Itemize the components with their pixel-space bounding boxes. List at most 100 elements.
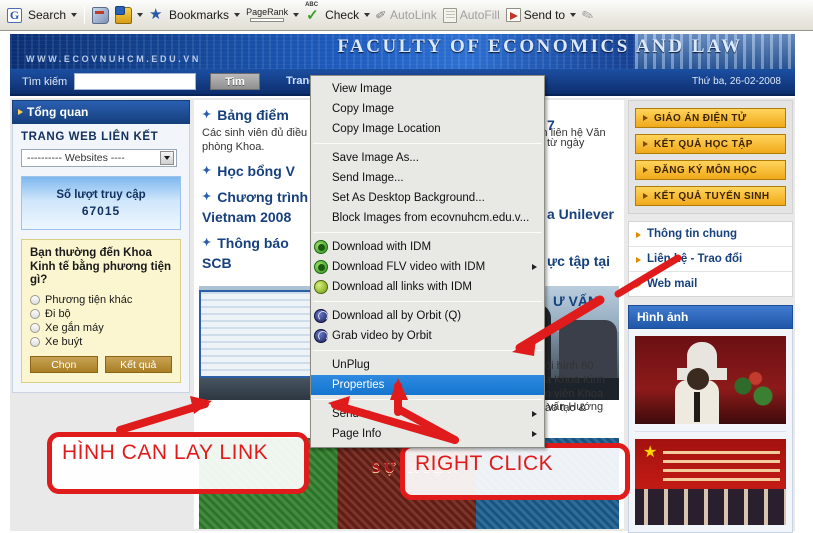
quick-link-study-results[interactable]: KẾT QUẢ HỌC TẬP xyxy=(635,134,786,154)
context-menu-label: Download all links with IDM xyxy=(332,281,472,293)
context-menu-item-send-to[interactable]: Send to xyxy=(311,404,544,424)
pagerank-indicator[interactable]: PageRank xyxy=(243,3,302,27)
context-menu-label: Grab video by Orbit xyxy=(332,330,432,342)
context-menu-item-grab-video-by-orbit[interactable]: Grab video by Orbit xyxy=(311,326,544,346)
check-button[interactable]: ABC ✓ Check xyxy=(302,2,373,27)
orbit-icon xyxy=(314,329,328,343)
bullet-icon: ✦ xyxy=(202,165,212,177)
chevron-down-icon[interactable] xyxy=(234,13,241,17)
news-title-text: Học bổng V xyxy=(217,163,295,179)
chevron-down-icon[interactable] xyxy=(570,13,577,17)
chevron-down-icon[interactable] xyxy=(160,151,174,165)
annotation-box-image-link: HÌNH CAN LAY LINK xyxy=(47,432,309,494)
link-general-info[interactable]: Thông tin chung xyxy=(629,222,792,247)
autofill-label: AutoFill xyxy=(459,8,500,22)
autolink-button[interactable]: ✏ AutoLink xyxy=(373,3,440,27)
chevron-down-icon[interactable] xyxy=(71,13,78,17)
current-date: Thứ ba, 26-02-2008 xyxy=(692,76,781,87)
chevron-down-icon[interactable] xyxy=(293,13,300,17)
info-links-box: Thông tin chung Liên hệ - Trao đổi Web m… xyxy=(628,221,793,297)
chevron-down-icon[interactable] xyxy=(364,13,371,17)
left-panel: TRANG WEB LIÊN KẾT ---------- Websites -… xyxy=(12,124,190,393)
poll-vote-button[interactable]: Chọn xyxy=(30,355,98,373)
context-menu-item-copy-image[interactable]: Copy Image xyxy=(311,99,544,119)
image-context-menu[interactable]: View Image Copy Image Copy Image Locatio… xyxy=(310,75,545,448)
radio-icon[interactable] xyxy=(30,308,40,319)
right-sidebar: GIÁO ÁN ĐIỆN TỬ KẾT QUẢ HỌC TẬP ĐĂNG KÝ … xyxy=(628,100,793,533)
idm-icon xyxy=(314,240,328,254)
bookmarks-button[interactable]: ★ Bookmarks xyxy=(146,3,243,27)
poll-option[interactable]: Phương tiện khác xyxy=(30,293,172,307)
radio-icon[interactable] xyxy=(30,294,40,305)
context-menu-label: Download with IDM xyxy=(332,241,432,253)
radio-icon[interactable] xyxy=(30,336,40,347)
radio-icon[interactable] xyxy=(30,322,40,333)
autofill-button[interactable]: AutoFill xyxy=(440,3,503,27)
context-menu-label: Properties xyxy=(332,379,385,391)
context-menu-label: View Image xyxy=(332,83,392,95)
search-submit-button[interactable]: Tìm xyxy=(210,73,260,90)
chevron-down-icon[interactable] xyxy=(137,13,144,17)
context-menu-item-download-flv-with-idm[interactable]: Download FLV video with IDM xyxy=(311,257,544,277)
context-menu-label: Page Info xyxy=(332,428,382,440)
google-g-icon: G xyxy=(7,7,22,23)
banner-url: WWW.ECOVNUHCM.EDU.VN xyxy=(26,54,201,64)
websites-select[interactable]: ---------- Websites ---- xyxy=(21,149,177,167)
gallery-image-1[interactable] xyxy=(635,336,786,424)
idm-icon xyxy=(314,260,328,274)
context-menu-item-block-images[interactable]: Block Images from ecovnuhcm.edu.v... xyxy=(311,208,544,228)
orbit-icon xyxy=(314,309,328,323)
highlighter-icon xyxy=(92,6,110,24)
context-menu-item-page-info[interactable]: Page Info xyxy=(311,424,544,444)
context-menu-item-download-with-idm[interactable]: Download with IDM xyxy=(311,237,544,257)
poll-option[interactable]: Đi bộ xyxy=(30,307,172,321)
context-menu-label: Set As Desktop Background... xyxy=(332,192,485,204)
context-menu-label: Copy Image Location xyxy=(332,123,441,135)
search-button[interactable]: Search xyxy=(25,3,80,27)
poll-results-button[interactable]: Kết quả xyxy=(104,355,172,373)
quick-link-course-registration[interactable]: ĐĂNG KÝ MÔN HỌC xyxy=(635,160,786,180)
context-menu-item-properties[interactable]: Properties xyxy=(311,375,544,395)
poll-buttons: Chọn Kết quả xyxy=(30,355,172,373)
context-menu-item-send-image[interactable]: Send Image... xyxy=(311,168,544,188)
context-menu-item-download-all-links-with-idm[interactable]: Download all links with IDM xyxy=(311,277,544,297)
visitor-counter-value: 67015 xyxy=(81,204,121,218)
overview-header: Tổng quan xyxy=(12,100,190,124)
site-banner: FACULTY OF ECONOMICS AND LAW WWW.ECOVNUH… xyxy=(10,34,795,69)
submenu-arrow-icon xyxy=(532,431,537,437)
poll-option-label: Phương tiện khác xyxy=(45,293,133,306)
bookmarks-folder-button[interactable] xyxy=(112,3,146,27)
speaker-figure xyxy=(675,368,719,424)
sendto-button[interactable]: Send to xyxy=(503,3,579,27)
context-menu-item-save-image-as[interactable]: Save Image As... xyxy=(311,148,544,168)
context-menu-item-download-all-by-orbit[interactable]: Download all by Orbit (Q) xyxy=(311,306,544,326)
news-body-fragment: từ ngày xyxy=(547,137,585,149)
folder-icon xyxy=(115,5,133,24)
poll-option[interactable]: Xe buýt xyxy=(30,335,172,349)
visitor-counter-label: Số lượt truy cập xyxy=(56,189,146,201)
star-icon: ★ xyxy=(643,444,658,461)
news-title-fragment-3: ực tập tại xyxy=(547,253,611,269)
gallery-image-2[interactable]: ★ xyxy=(635,439,786,525)
news-title-text: Bảng điểm xyxy=(217,107,289,123)
eraser-button[interactable]: ✎ xyxy=(579,3,597,27)
quick-links-box: GIÁO ÁN ĐIỆN TỬ KẾT QUẢ HỌC TẬP ĐĂNG KÝ … xyxy=(628,100,793,214)
link-contact[interactable]: Liên hệ - Trao đổi xyxy=(629,247,792,272)
bullet-icon: ✦ xyxy=(202,109,212,121)
context-menu-item-set-as-desktop-background[interactable]: Set As Desktop Background... xyxy=(311,188,544,208)
news-title-text: Thông báo xyxy=(217,235,289,251)
search-input[interactable] xyxy=(74,73,196,90)
link-webmail[interactable]: Web mail xyxy=(629,272,792,296)
google-logo-button[interactable]: G xyxy=(4,3,25,27)
quick-link-lesson-plans[interactable]: GIÁO ÁN ĐIỆN TỬ xyxy=(635,108,786,128)
context-menu-item-view-image[interactable]: View Image xyxy=(311,79,544,99)
highlight-button[interactable] xyxy=(89,3,112,27)
news-title-fragment-2: a Unilever xyxy=(547,206,614,222)
poll-widget: Bạn thường đến Khoa Kinh tế bằng phương … xyxy=(21,239,181,383)
context-menu-item-copy-image-location[interactable]: Copy Image Location xyxy=(311,119,544,139)
gallery-section: Hình ảnh ★ xyxy=(628,305,793,533)
quick-link-admission-results[interactable]: KẾT QUẢ TUYỂN SINH xyxy=(635,186,786,206)
context-menu-label: Send to xyxy=(332,408,372,420)
poll-option[interactable]: Xe gắn máy xyxy=(30,321,172,335)
context-menu-item-unplug[interactable]: UnPlug xyxy=(311,355,544,375)
